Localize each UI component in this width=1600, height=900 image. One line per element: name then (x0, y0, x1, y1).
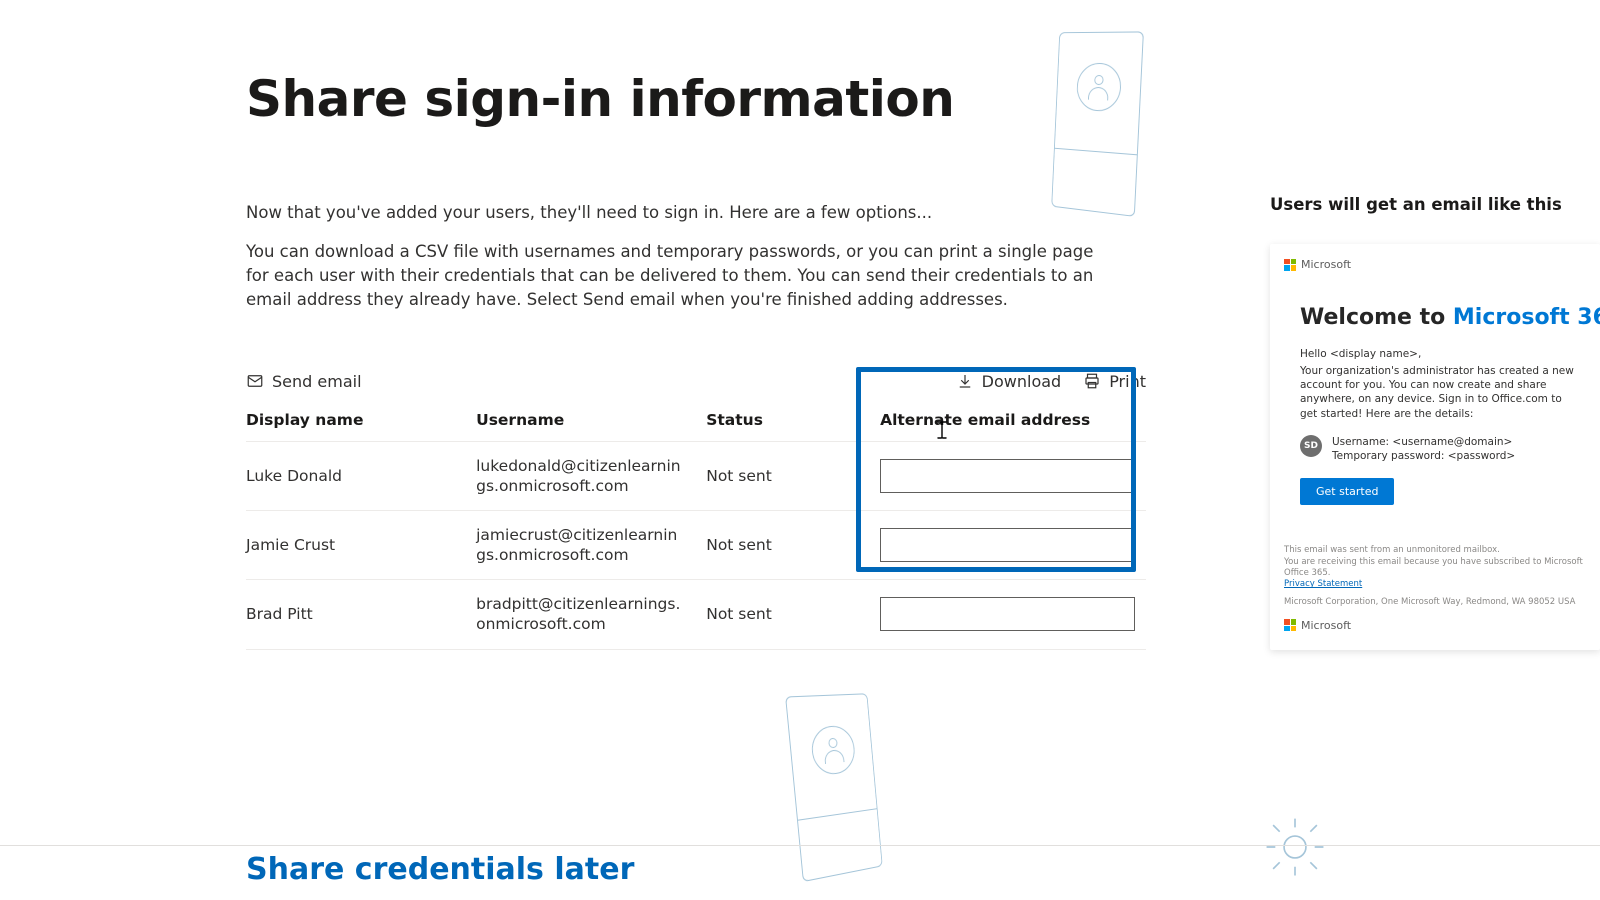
download-label: Download (982, 372, 1062, 391)
alt-email-input[interactable] (880, 459, 1135, 493)
email-description: Your organization's administrator has cr… (1300, 364, 1578, 421)
col-header-alt-email: Alternate email address (880, 399, 1146, 442)
email-preview-card: Microsoft Welcome to Microsoft 365 Hello… (1270, 244, 1600, 650)
cell-status: Not sent (706, 511, 880, 580)
cred-username-line: Username: <username@domain> (1332, 435, 1515, 450)
email-brand-top: Microsoft (1270, 258, 1600, 281)
page-title: Share sign-in information (246, 70, 1146, 128)
print-icon (1083, 372, 1101, 390)
send-email-label: Send email (272, 372, 362, 391)
cell-username: jamiecrust@citizenlearnings.onmicrosoft.… (476, 511, 706, 580)
email-corp-line: Microsoft Corporation, One Microsoft Way… (1270, 591, 1600, 617)
cell-alt-email (880, 511, 1146, 580)
table-row: Brad Pitt bradpitt@citizenlearnings.onmi… (246, 580, 1146, 649)
microsoft-logo-icon (1284, 259, 1296, 271)
table-row: Jamie Crust jamiecrust@citizenlearnings.… (246, 511, 1146, 580)
cell-alt-email (880, 441, 1146, 510)
table-row: Luke Donald lukedonald@citizenlearnings.… (246, 441, 1146, 510)
cell-username: bradpitt@citizenlearnings.onmicrosoft.co… (476, 580, 706, 649)
intro-text-2: You can download a CSV file with usernam… (246, 240, 1116, 312)
download-icon (956, 372, 974, 390)
privacy-statement-link[interactable]: Privacy Statement (1284, 579, 1362, 589)
gear-icon (1260, 812, 1330, 882)
share-credentials-later-heading: Share credentials later (246, 852, 634, 887)
microsoft-logo-icon (1284, 619, 1296, 631)
mail-icon (246, 372, 264, 390)
users-table: Display name Username Status Alternate e… (246, 399, 1146, 650)
cell-display-name: Brad Pitt (246, 580, 476, 649)
cell-status: Not sent (706, 580, 880, 649)
print-button[interactable]: Print (1083, 372, 1146, 391)
section-divider (0, 845, 1600, 846)
send-email-button[interactable]: Send email (246, 372, 362, 391)
col-header-status: Status (706, 399, 880, 442)
col-header-display-name: Display name (246, 399, 476, 442)
decorative-profile-card-icon (785, 693, 883, 882)
avatar-icon: SD (1300, 435, 1322, 457)
preview-caption: Users will get an email like this (1270, 195, 1600, 214)
cell-alt-email (880, 580, 1146, 649)
print-label: Print (1109, 372, 1146, 391)
col-header-username: Username (476, 399, 706, 442)
email-welcome-heading: Welcome to Microsoft 365 (1300, 305, 1578, 330)
email-credentials-row: SD Username: <username@domain> Temporary… (1300, 435, 1578, 464)
email-hello-line: Hello <display name>, (1300, 348, 1578, 360)
cell-username: lukedonald@citizenlearnings.onmicrosoft.… (476, 441, 706, 510)
intro-text-1: Now that you've added your users, they'l… (246, 203, 1146, 222)
cell-status: Not sent (706, 441, 880, 510)
table-toolbar: Send email Download Print (246, 372, 1146, 399)
email-brand-label: Microsoft (1301, 258, 1351, 271)
download-button[interactable]: Download (956, 372, 1062, 391)
alt-email-input[interactable] (880, 528, 1135, 562)
get-started-button[interactable]: Get started (1300, 478, 1394, 505)
cred-password-line: Temporary password: <password> (1332, 449, 1515, 464)
email-brand-bottom: Microsoft (1270, 617, 1600, 636)
alt-email-input[interactable] (880, 597, 1135, 631)
email-footer: This email was sent from an unmonitored … (1270, 545, 1600, 591)
cell-display-name: Jamie Crust (246, 511, 476, 580)
cell-display-name: Luke Donald (246, 441, 476, 510)
